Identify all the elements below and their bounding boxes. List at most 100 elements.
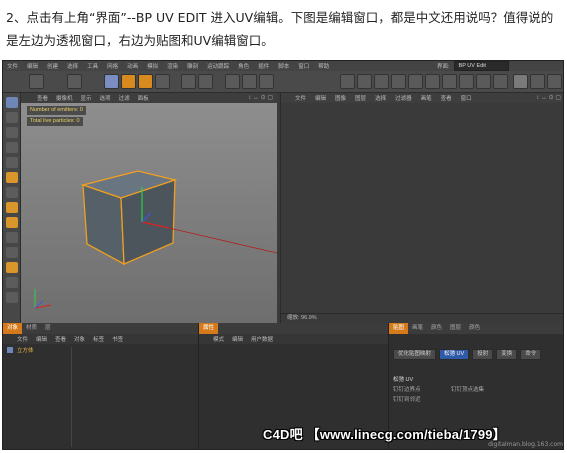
move-tool-icon[interactable] [104,74,119,89]
texture-mode-icon[interactable] [391,74,406,89]
polygons-mode-icon[interactable] [6,172,18,183]
model-mode-icon[interactable] [6,97,18,108]
uv-menu-file[interactable]: 文件 [295,94,306,102]
commands-button[interactable]: 命令 [520,349,542,360]
uv-menu-edit[interactable]: 编辑 [315,94,326,102]
viewport-menu-view[interactable]: 查看 [37,94,48,102]
uv-polygons-icon[interactable] [374,74,389,89]
viewport-menu-display[interactable]: 显示 [81,94,92,102]
pin-boundary-checkbox[interactable]: 钉钉边界点 [393,385,421,393]
pen-icon[interactable] [6,292,18,303]
viewport-menu-panel[interactable]: 面板 [138,94,149,102]
eraser-icon[interactable] [476,74,491,89]
render-settings-icon[interactable] [259,74,274,89]
tab-materials[interactable]: 材质 [22,323,41,334]
menu-select[interactable]: 选择 [67,62,78,70]
channel-icon[interactable] [425,74,440,89]
x-axis-icon[interactable] [181,74,196,89]
objects-menu-view[interactable]: 查看 [55,335,66,343]
object-mode-icon[interactable] [6,112,18,123]
enable-axis-icon[interactable] [6,202,18,213]
layer-icon[interactable] [408,74,423,89]
uv-menu-view[interactable]: 查看 [441,94,452,102]
menu-render[interactable]: 渲染 [167,62,178,70]
menu-animate[interactable]: 动画 [127,62,138,70]
render-to-picture-viewer-icon[interactable] [242,74,257,89]
live-select-icon[interactable] [67,74,82,89]
brush-icon[interactable] [442,74,457,89]
texture-axis-icon[interactable] [6,127,18,138]
lock-icon[interactable] [6,277,18,288]
uv-menu-brush[interactable]: 画笔 [421,94,432,102]
viewport-menu-filter[interactable]: 过滤 [119,94,130,102]
fill-icon[interactable] [459,74,474,89]
menu-tools[interactable]: 工具 [87,62,98,70]
menu-file[interactable]: 文件 [7,62,18,70]
pin-point-selection-checkbox[interactable]: 钉钉顶点选集 [451,385,484,393]
settings-icon[interactable] [513,74,528,89]
recent-tool-icon[interactable] [155,74,170,89]
tab-objects[interactable]: 对象 [3,323,23,334]
transform-button[interactable]: 变换 [496,349,518,360]
menu-help[interactable]: 帮助 [318,62,329,70]
tab-colors-2[interactable]: 颜色 [465,323,484,334]
uv-menu-select[interactable]: 选择 [375,94,386,102]
extra-tool-icon[interactable] [547,74,562,89]
projection-button[interactable]: 投射 [472,349,494,360]
attributes-menu-userdata[interactable]: 用户数据 [251,335,273,343]
objects-menu-bookmarks[interactable]: 书签 [112,335,123,343]
workplane-icon[interactable] [6,247,18,258]
tab-colors[interactable]: 颜色 [427,323,446,334]
tab-layers[interactable]: 层 [41,323,55,334]
coordinate-system-icon[interactable] [198,74,213,89]
uv-menu-filter[interactable]: 过滤器 [395,94,412,102]
objects-menu-file[interactable]: 文件 [17,335,28,343]
paint-tool-icon[interactable] [340,74,355,89]
objects-menu-objects[interactable]: 对象 [74,335,85,343]
paint-brush-icon[interactable] [6,217,18,228]
objects-menu-tags[interactable]: 标签 [93,335,104,343]
menu-sculpt[interactable]: 雕刻 [187,62,198,70]
points-mode-icon[interactable] [6,142,18,153]
uv-menu-window[interactable]: 窗口 [461,94,472,102]
menu-character[interactable]: 角色 [238,62,249,70]
pin-neighbors-checkbox[interactable]: 钉钉到邻近 [393,395,421,403]
clone-icon[interactable] [493,74,508,89]
optimal-mapping-button[interactable]: 优化贴图映射 [393,349,437,360]
snapping-icon[interactable] [6,232,18,243]
viewport-nav-controls[interactable]: ↕ ↔ ⊙ ▢ [248,94,273,101]
uv-menu-image[interactable]: 图像 [335,94,346,102]
rotate-tool-icon[interactable] [138,74,153,89]
uv-menu-layer[interactable]: 图层 [355,94,366,102]
menu-motion-tracker[interactable]: 运动跟踪 [207,62,229,70]
star-icon[interactable] [6,262,18,273]
color-picker-icon[interactable] [530,74,545,89]
attributes-menu-mode[interactable]: 模式 [213,335,224,343]
attributes-menu-edit[interactable]: 编辑 [232,335,243,343]
object-row-cube[interactable]: 立方体 [7,346,198,354]
menu-window[interactable]: 窗口 [298,62,309,70]
relax-uv-button[interactable]: 松弛 UV [439,349,470,360]
uv-tweak-icon[interactable] [6,187,18,198]
tab-uv-mapping[interactable]: 贴图 [389,323,409,334]
layout-select[interactable]: BP UV Edit [453,61,509,71]
menu-edit[interactable]: 编辑 [27,62,38,70]
viewport-menu-cameras[interactable]: 摄像机 [56,94,73,102]
menu-plugins[interactable]: 插件 [258,62,269,70]
viewport-menu-options[interactable]: 选项 [100,94,111,102]
menu-mesh[interactable]: 网格 [107,62,118,70]
tab-layers-uv[interactable]: 图层 [446,323,465,334]
uv-points-icon[interactable] [357,74,372,89]
edges-mode-icon[interactable] [6,157,18,168]
perspective-viewport[interactable]: Number of emitters: 0 Total live particl… [21,103,277,323]
tab-attributes[interactable]: 属性 [199,323,219,334]
tab-brush[interactable]: 画笔 [408,323,427,334]
uv-nav-controls[interactable]: ↕ ↔ ⊙ ▢ [536,94,561,101]
menu-script[interactable]: 脚本 [278,62,289,70]
menu-create[interactable]: 创建 [47,62,58,70]
menu-simulate[interactable]: 模拟 [147,62,158,70]
render-view-icon[interactable] [225,74,240,89]
scale-tool-icon[interactable] [121,74,136,89]
objects-menu-edit[interactable]: 编辑 [36,335,47,343]
undo-icon[interactable] [29,74,44,89]
